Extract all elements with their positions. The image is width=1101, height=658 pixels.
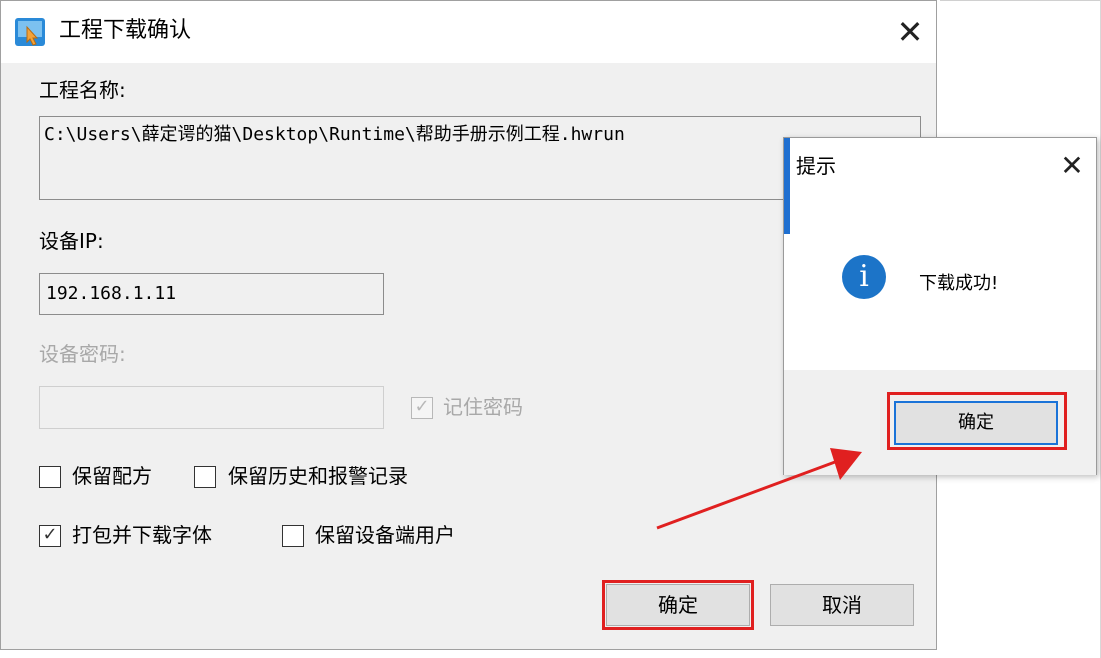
pack-fonts-label: 打包并下载字体 <box>72 523 212 547</box>
dialog-title: 工程下载确认 <box>59 18 192 43</box>
ok-button-highlight <box>602 580 754 630</box>
keep-device-users-checkbox[interactable] <box>282 525 304 547</box>
popup-title: 提示 <box>796 154 836 178</box>
keep-history-alarm-checkbox[interactable] <box>194 466 216 488</box>
popup-close-icon[interactable]: ✕ <box>1054 148 1090 184</box>
device-ip-input[interactable]: 192.168.1.11 <box>39 273 384 315</box>
remember-password-checkbox: ✓ <box>411 397 433 419</box>
info-icon: i <box>842 255 886 299</box>
background-line <box>940 0 1101 1</box>
device-password-input <box>39 386 384 429</box>
popup-accent-bar <box>784 138 790 234</box>
device-ip-label: 设备IP: <box>39 229 104 253</box>
close-icon[interactable]: ✕ <box>889 11 931 53</box>
device-password-label: 设备密码: <box>39 342 126 366</box>
info-popup: 提示 ✕ i 下载成功! 确定 <box>783 137 1097 475</box>
arrow-annotation <box>656 448 862 530</box>
project-name-label: 工程名称: <box>39 78 126 102</box>
keep-device-users-label: 保留设备端用户 <box>315 523 455 547</box>
keep-recipe-label: 保留配方 <box>72 464 152 488</box>
popup-ok-highlight <box>887 392 1067 450</box>
keep-history-alarm-label: 保留历史和报警记录 <box>228 464 408 488</box>
popup-message: 下载成功! <box>919 273 999 294</box>
cancel-button[interactable]: 取消 <box>770 584 914 626</box>
title-bar: 工程下载确认 ✕ <box>1 1 936 63</box>
keep-recipe-checkbox[interactable] <box>39 466 61 488</box>
app-icon <box>15 18 45 46</box>
pack-fonts-checkbox[interactable]: ✓ <box>39 525 61 547</box>
remember-password-label: 记住密码 <box>443 395 523 419</box>
